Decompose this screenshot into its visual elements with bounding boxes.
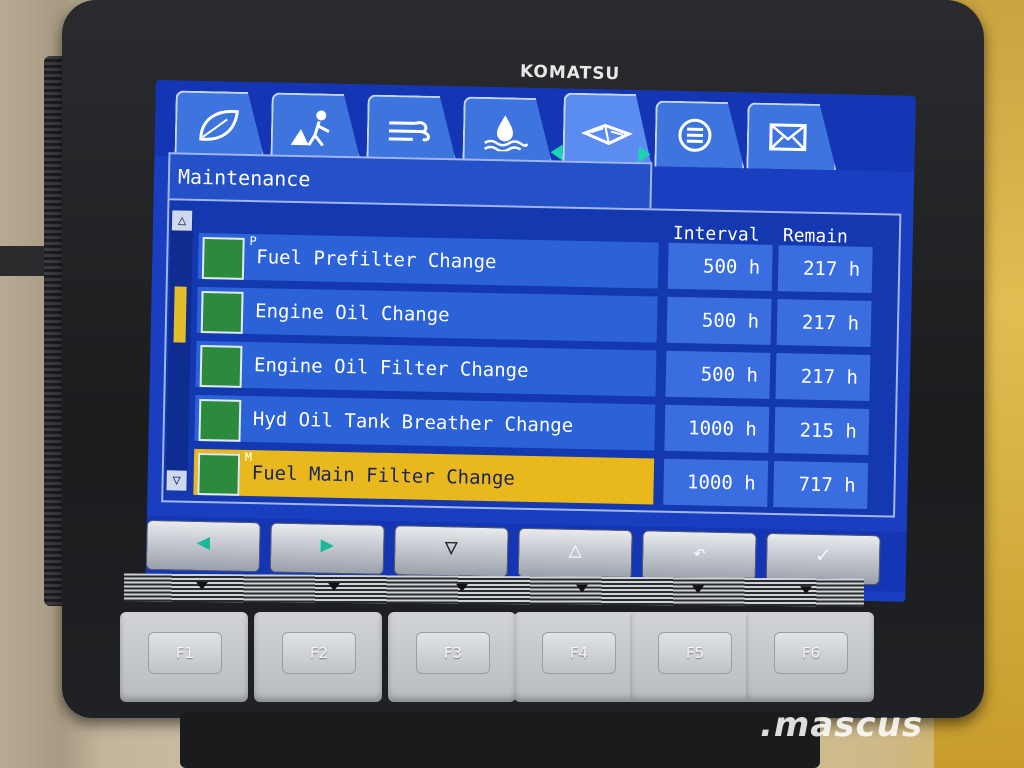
tab-list[interactable] <box>654 100 745 168</box>
row-interval: 1000 h <box>663 458 769 507</box>
f1-key[interactable]: F1 <box>120 612 248 702</box>
watermark: .mascus <box>760 705 924 745</box>
brand-logo: KOMATSU <box>519 61 621 85</box>
f4-key[interactable]: F4 <box>514 612 642 702</box>
scroll-up-icon[interactable]: △ <box>171 210 193 231</box>
f3-indicator-icon <box>455 583 469 592</box>
row-name-cell: M Fuel Main Filter Change <box>193 448 655 505</box>
tab-operation[interactable] <box>270 92 361 160</box>
return-icon: ↶ <box>692 540 707 566</box>
row-remain: 217 h <box>776 299 872 348</box>
tab-mail[interactable] <box>746 102 837 170</box>
right-button[interactable]: ▶ <box>269 522 385 575</box>
oil-filter-icon <box>199 344 243 388</box>
up-arrow-icon: △ <box>568 537 583 564</box>
f3-label: F3 <box>416 632 490 674</box>
f4-indicator-icon <box>575 584 589 593</box>
row-name-cell: P Fuel Prefilter Change <box>197 232 659 289</box>
row-interval: 500 h <box>665 350 771 399</box>
scroll-thumb[interactable] <box>173 286 187 343</box>
return-button[interactable]: ↶ <box>641 530 757 583</box>
f1-indicator-icon <box>195 581 209 591</box>
f5-key[interactable]: F5 <box>630 612 758 702</box>
mail-icon <box>765 117 816 158</box>
f3-key[interactable]: F3 <box>388 612 516 702</box>
row-label: Engine Oil Filter Change <box>253 354 529 382</box>
tab-airflow[interactable] <box>366 94 457 162</box>
check-icon: ✓ <box>816 542 831 569</box>
fluid-level-icon <box>481 111 532 152</box>
tab-fluid[interactable] <box>462 96 553 164</box>
monitor-screen: Maintenance △ ▽ Interval Remain P Fuel P… <box>145 80 916 602</box>
row-name-cell: Engine Oil Filter Change <box>195 340 657 397</box>
f2-indicator-icon <box>327 582 341 591</box>
tab-next-indicator <box>638 146 651 163</box>
row-name-cell: Engine Oil Change <box>196 286 658 343</box>
worker-icon <box>289 107 340 148</box>
f2-key[interactable]: F2 <box>254 612 382 702</box>
tab-prev-indicator <box>550 144 563 161</box>
row-interval: 1000 h <box>664 404 770 453</box>
function-key-indicator-strip <box>123 573 865 607</box>
hyd-breather-icon <box>198 398 242 442</box>
f5-indicator-icon <box>691 585 705 594</box>
row-label: Engine Oil Change <box>254 300 450 327</box>
row-remain: 217 h <box>777 245 873 294</box>
manual-book-icon <box>581 107 634 148</box>
down-arrow-icon: ▽ <box>444 535 459 561</box>
row-remain: 215 h <box>774 407 870 455</box>
row-remain: 717 h <box>773 461 869 509</box>
mount-base <box>180 712 820 768</box>
scroll-down-icon[interactable]: ▽ <box>166 470 187 491</box>
row-label: Fuel Main Filter Change <box>251 462 516 490</box>
fuel-prefilter-icon: P <box>201 234 257 280</box>
f2-label: F2 <box>282 632 356 674</box>
f4-label: F4 <box>542 632 616 674</box>
airflow-icon <box>385 109 436 150</box>
tab-eco[interactable] <box>174 90 265 158</box>
fuel-main-filter-icon: M <box>197 450 252 496</box>
f6-label: F6 <box>774 632 848 674</box>
row-interval: 500 h <box>666 296 772 345</box>
up-button[interactable]: △ <box>517 527 633 581</box>
row-name-cell: Hyd Oil Tank Breather Change <box>194 394 656 451</box>
row-remain: 217 h <box>775 353 871 402</box>
down-button[interactable]: ▽ <box>393 525 509 578</box>
engine-oil-icon <box>200 291 244 334</box>
f6-key[interactable]: F6 <box>746 612 874 702</box>
leaf-icon <box>193 105 244 146</box>
f6-indicator-icon <box>799 586 813 595</box>
row-interval: 500 h <box>667 242 773 291</box>
left-arrow-icon: ◀ <box>196 529 211 556</box>
right-arrow-icon: ▶ <box>320 532 335 558</box>
row-label: Fuel Prefilter Change <box>256 246 497 274</box>
list-icon <box>673 115 724 156</box>
left-button[interactable]: ◀ <box>145 519 261 573</box>
f5-label: F5 <box>658 632 732 674</box>
page-title: Maintenance <box>177 164 311 192</box>
row-label: Hyd Oil Tank Breather Change <box>252 408 574 437</box>
f1-label: F1 <box>148 632 222 674</box>
